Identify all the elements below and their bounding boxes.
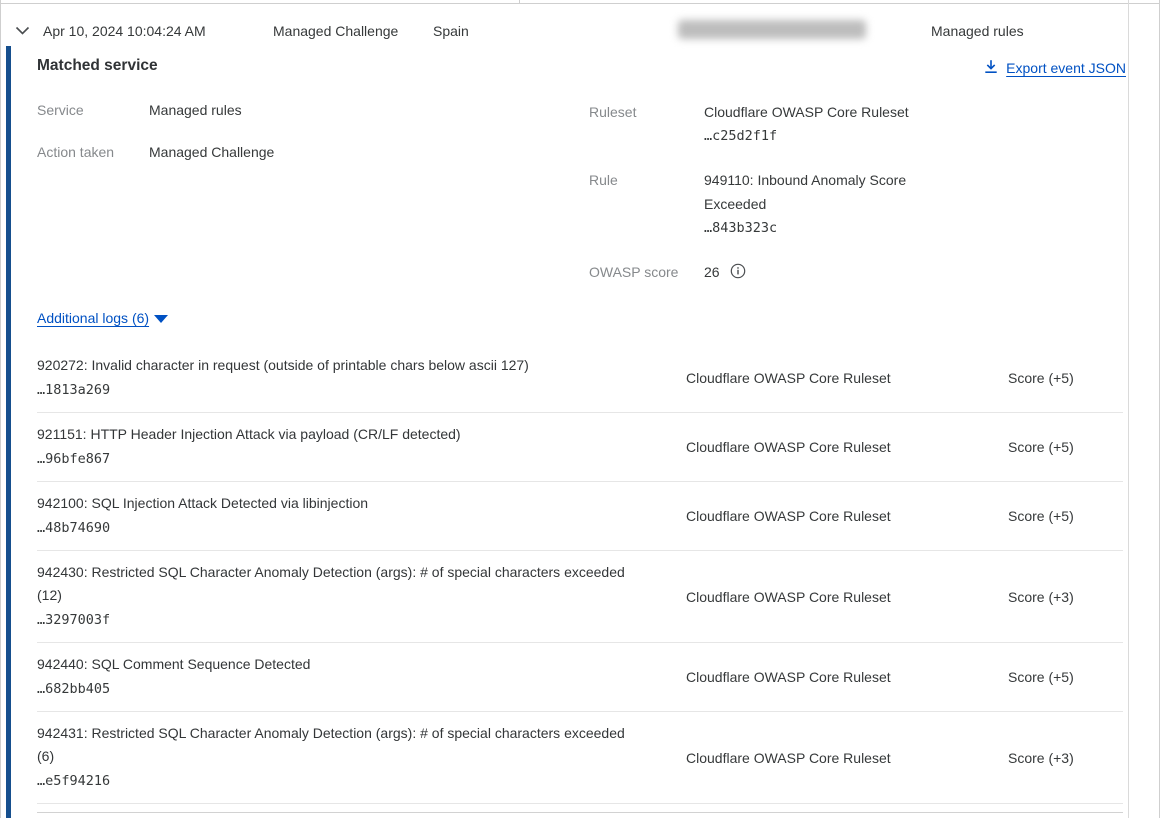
rule-name: 949110: Inbound Anomaly Score Exceeded bbox=[704, 168, 944, 216]
ruleset-name: Cloudflare OWASP Core Ruleset bbox=[704, 100, 944, 124]
event-row[interactable]: Apr 10, 2024 10:04:24 AM Managed Challen… bbox=[1, 4, 1128, 46]
rule-id-hash: …843b323c bbox=[704, 216, 944, 240]
log-row: 942100: SQL Injection Attack Detected vi… bbox=[37, 482, 1123, 551]
additional-logs-toggle[interactable]: Additional logs (6) bbox=[37, 310, 168, 326]
export-link-label: Export event JSON bbox=[1006, 60, 1126, 76]
log-score: Score (+3) bbox=[957, 750, 1123, 766]
field-service: Service Managed rules bbox=[37, 100, 274, 121]
export-event-json-link[interactable]: Export event JSON bbox=[984, 59, 1126, 77]
download-icon bbox=[984, 59, 998, 77]
column-divider-tick bbox=[519, 0, 520, 3]
additional-logs-table: 920272: Invalid character in request (ou… bbox=[37, 344, 1123, 804]
field-value: Managed Challenge bbox=[149, 142, 274, 163]
field-ruleset: Ruleset Cloudflare OWASP Core Ruleset …c… bbox=[589, 100, 989, 148]
log-row: 942430: Restricted SQL Character Anomaly… bbox=[37, 551, 1123, 643]
log-ruleset: Cloudflare OWASP Core Ruleset bbox=[637, 669, 957, 685]
field-label: Service bbox=[37, 100, 149, 121]
event-country: Spain bbox=[433, 21, 469, 41]
additional-logs-label: Additional logs (6) bbox=[37, 310, 149, 326]
event-timestamp: Apr 10, 2024 10:04:24 AM bbox=[43, 21, 206, 41]
log-description: 920272: Invalid character in request (ou… bbox=[37, 357, 529, 373]
log-ruleset: Cloudflare OWASP Core Ruleset bbox=[637, 439, 957, 455]
log-ruleset: Cloudflare OWASP Core Ruleset bbox=[637, 589, 957, 605]
log-rule-hash: …682bb405 bbox=[37, 677, 637, 701]
log-row: 921151: HTTP Header Injection Attack via… bbox=[37, 413, 1123, 482]
field-label: Ruleset bbox=[589, 100, 704, 148]
log-score: Score (+3) bbox=[957, 589, 1123, 605]
log-description: 942431: Restricted SQL Character Anomaly… bbox=[37, 725, 625, 764]
log-description: 942430: Restricted SQL Character Anomaly… bbox=[37, 564, 625, 603]
log-description: 942100: SQL Injection Attack Detected vi… bbox=[37, 495, 368, 511]
log-ruleset: Cloudflare OWASP Core Ruleset bbox=[637, 370, 957, 386]
field-action-taken: Action taken Managed Challenge bbox=[37, 142, 274, 163]
collapse-row-button[interactable] bbox=[12, 22, 32, 38]
log-rule-hash: …48b74690 bbox=[37, 516, 637, 540]
owasp-score-info-button[interactable] bbox=[730, 263, 746, 282]
panel-title: Matched service bbox=[37, 57, 158, 75]
service-fields: Service Managed rules Action taken Manag… bbox=[37, 100, 274, 184]
field-owasp-score: OWASP score 26 bbox=[589, 260, 989, 284]
ruleset-fields: Ruleset Cloudflare OWASP Core Ruleset …c… bbox=[589, 100, 989, 304]
log-ruleset: Cloudflare OWASP Core Ruleset bbox=[637, 750, 957, 766]
log-row: 942440: SQL Comment Sequence Detected …6… bbox=[37, 643, 1123, 712]
log-score: Score (+5) bbox=[957, 439, 1123, 455]
log-description: 942440: SQL Comment Sequence Detected bbox=[37, 656, 310, 672]
caret-down-icon bbox=[154, 315, 168, 323]
info-icon bbox=[730, 263, 746, 282]
log-description: 921151: HTTP Header Injection Attack via… bbox=[37, 426, 461, 442]
panel-bottom-border bbox=[37, 812, 1123, 813]
expanded-row-accent-bar bbox=[6, 46, 11, 818]
redacted-host-blur bbox=[678, 20, 866, 39]
log-rule-hash: …e5f94216 bbox=[37, 769, 637, 793]
log-rule-hash: …96bfe867 bbox=[37, 447, 637, 471]
field-rule: Rule 949110: Inbound Anomaly Score Excee… bbox=[589, 168, 989, 240]
field-label: OWASP score bbox=[589, 260, 704, 284]
event-action: Managed Challenge bbox=[273, 21, 398, 41]
owasp-score-value: 26 bbox=[704, 260, 720, 284]
event-service: Managed rules bbox=[931, 21, 1024, 41]
chevron-down-icon bbox=[15, 23, 30, 38]
event-details-panel: Apr 10, 2024 10:04:24 AM Managed Challen… bbox=[0, 0, 1160, 818]
right-column-divider bbox=[1128, 0, 1129, 818]
log-ruleset: Cloudflare OWASP Core Ruleset bbox=[637, 508, 957, 524]
field-label: Rule bbox=[589, 168, 704, 240]
field-label: Action taken bbox=[37, 142, 149, 163]
field-value: Managed rules bbox=[149, 100, 242, 121]
log-score: Score (+5) bbox=[957, 370, 1123, 386]
ruleset-id-hash: …c25d2f1f bbox=[704, 124, 944, 148]
log-score: Score (+5) bbox=[957, 669, 1123, 685]
log-rule-hash: …3297003f bbox=[37, 608, 637, 632]
log-score: Score (+5) bbox=[957, 508, 1123, 524]
log-row: 920272: Invalid character in request (ou… bbox=[37, 344, 1123, 413]
log-rule-hash: …1813a269 bbox=[37, 378, 637, 402]
log-row: 942431: Restricted SQL Character Anomaly… bbox=[37, 712, 1123, 804]
